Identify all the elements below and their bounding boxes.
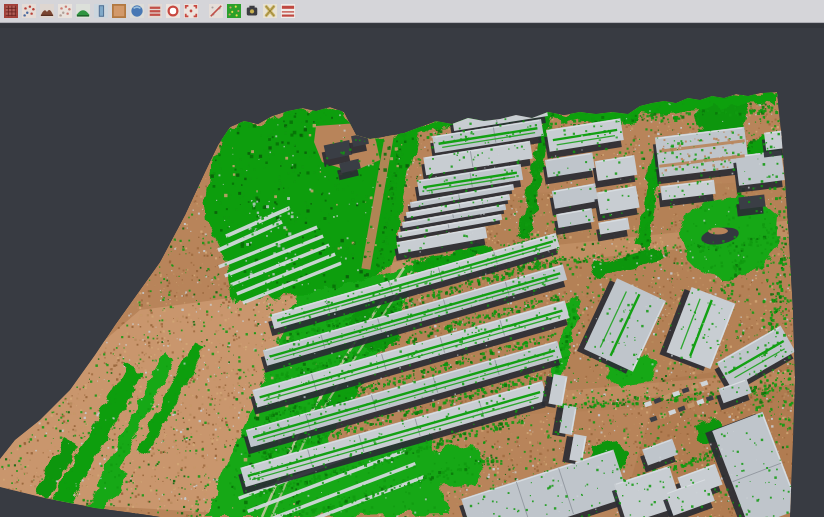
terrain-tile — [0, 91, 816, 517]
section-icon[interactable] — [208, 4, 223, 19]
export-icon[interactable] — [262, 4, 277, 19]
classification-icon[interactable] — [226, 4, 241, 19]
target-ring-icon[interactable] — [165, 4, 180, 19]
orthophoto-icon[interactable] — [111, 4, 126, 19]
raster-red-icon[interactable] — [3, 4, 18, 19]
snapshot-icon[interactable] — [244, 4, 259, 19]
scatter-points-icon[interactable] — [21, 4, 36, 19]
report-icon[interactable] — [280, 4, 295, 19]
sparse-points-icon[interactable] — [57, 4, 72, 19]
main-toolbar — [0, 0, 824, 23]
layers-icon[interactable] — [147, 4, 162, 19]
toolbar-separator — [0, 24, 824, 28]
globe-icon[interactable] — [129, 4, 144, 19]
terrain-model-icon[interactable] — [39, 4, 54, 19]
dtm-green-icon[interactable] — [75, 4, 90, 19]
profile-icon[interactable] — [93, 4, 108, 19]
fit-extent-icon[interactable] — [183, 4, 198, 19]
point-cloud-3d-viewport[interactable] — [0, 0, 824, 517]
toolbar-group-separator — [201, 4, 208, 19]
